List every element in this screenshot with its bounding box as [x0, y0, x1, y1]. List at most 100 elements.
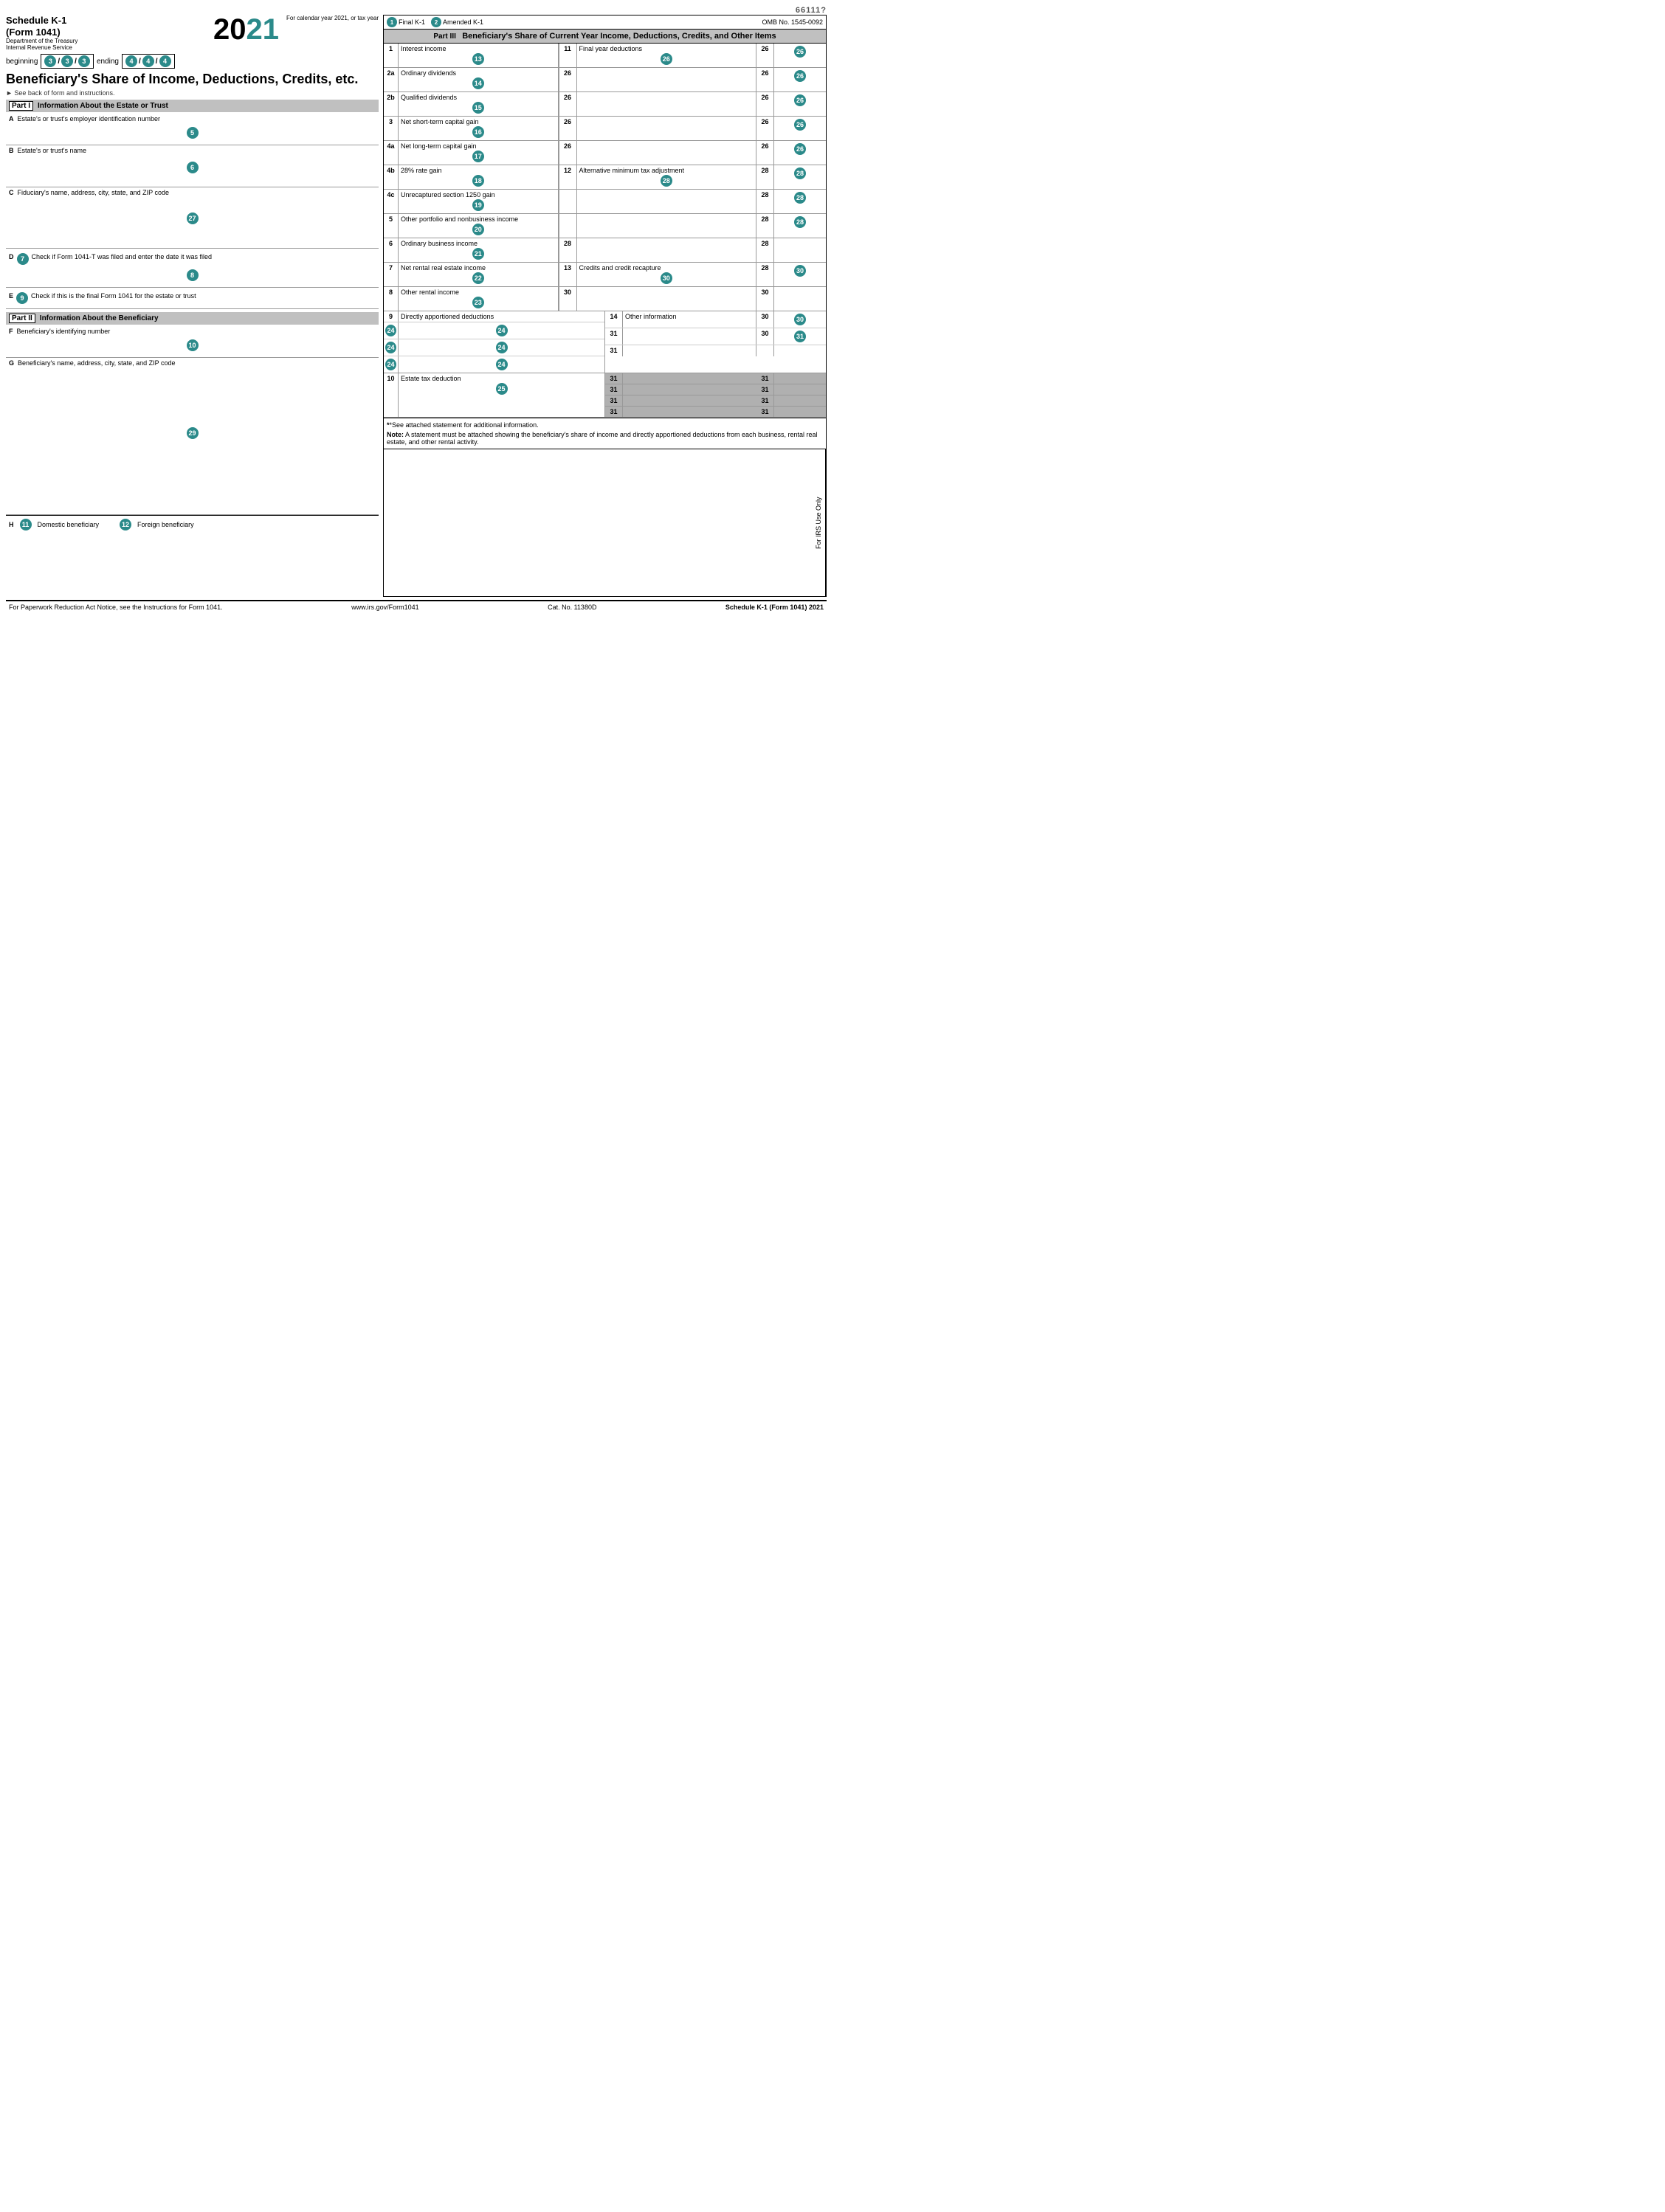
- circle-28b: 28: [794, 167, 806, 179]
- field-c-value[interactable]: 27: [9, 198, 376, 246]
- part3-header: Part III Beneficiary's Share of Current …: [384, 30, 826, 44]
- circle-11: 11: [20, 519, 32, 530]
- row-9-sub1-val[interactable]: 24: [399, 322, 604, 339]
- row-4b-right-label: Alternative minimum tax adjustment28: [577, 165, 757, 189]
- field-e-letter: E: [9, 292, 13, 300]
- circle-13: 13: [472, 53, 484, 65]
- field-d-label: Check if Form 1041-T was filed and enter…: [32, 253, 212, 260]
- footer-note2: A statement must be attached showing the…: [387, 431, 818, 446]
- row-4c-val[interactable]: 28: [774, 190, 826, 213]
- field-a-letter: A: [9, 115, 14, 122]
- row-4b: 4b 28% rate gain18 12 Alternative minimu…: [384, 165, 826, 190]
- amended-k1-option[interactable]: 2 Amended K-1: [431, 17, 483, 27]
- row-6-left: 6 Ordinary business income21: [384, 238, 559, 262]
- calendar-year: For calendar year 2021, or tax year: [286, 15, 379, 21]
- tc-24aa: 24: [496, 325, 508, 336]
- row-4b-val[interactable]: 28: [774, 165, 826, 189]
- row-3-val[interactable]: 26: [774, 117, 826, 140]
- final-k1-option[interactable]: 1 Final K-1: [387, 17, 425, 27]
- asterisk-note: **See attached statement for additional …: [387, 421, 823, 429]
- row-5-val[interactable]: 28: [774, 214, 826, 238]
- row-3-right-label: [577, 117, 757, 140]
- website: www.irs.gov/Form1041: [351, 604, 419, 611]
- year-display: 2021: [213, 15, 279, 44]
- footer-notes: **See attached statement for additional …: [384, 418, 826, 449]
- row-9-col30a: 30: [756, 311, 774, 328]
- field-b-value[interactable]: 6: [9, 156, 376, 185]
- circle-4a: 4: [125, 55, 137, 67]
- row-7-col28a: 28: [756, 263, 774, 286]
- irs-use-sidebar: For IRS Use Only: [812, 449, 826, 596]
- circle-26c: 26: [794, 70, 806, 82]
- circle-17: 17: [472, 151, 484, 162]
- circle-30a: 30: [661, 272, 672, 284]
- row-7-val[interactable]: 30: [774, 263, 826, 286]
- row-3: 3 Net short-term capital gain16 26 26 26: [384, 117, 826, 141]
- row-1-left: 1 Interest income13: [384, 44, 559, 67]
- row-8-val[interactable]: [774, 287, 826, 311]
- row-1-col26: 26: [756, 44, 774, 67]
- circle-1: 1: [387, 17, 397, 27]
- tc-30a: 30: [794, 314, 806, 325]
- row-9-left: 9 Directly apportioned deductions 24 24 …: [384, 311, 605, 373]
- row-9-14-label: Other information: [623, 311, 756, 328]
- row-6-col28b: 28: [756, 238, 774, 262]
- row-3-col26b: 26: [756, 117, 774, 140]
- footer-note1: *See attached statement for additional i…: [390, 421, 539, 429]
- footer-note2-wrap: Note: A statement must be attached showi…: [387, 431, 823, 446]
- part1-label: Part I: [9, 101, 33, 111]
- circle-26b: 26: [794, 46, 806, 58]
- row-2b-num: 2b: [384, 92, 399, 116]
- row-9-num: 9: [384, 311, 399, 322]
- row-2a-val[interactable]: 26: [774, 68, 826, 91]
- field-h-letter: H: [9, 521, 14, 528]
- circle-29: 29: [187, 427, 199, 439]
- row-1-val[interactable]: 26: [774, 44, 826, 67]
- field-a-value[interactable]: 5: [9, 124, 376, 143]
- row-4c: 4c Unrecaptured section 1250 gain19 28 2…: [384, 190, 826, 214]
- row-10-col31e: 31: [605, 395, 623, 406]
- row-9-rval3[interactable]: [774, 345, 826, 356]
- tc-24b: 24: [385, 342, 396, 353]
- form-header: Schedule K-1(Form 1041) Department of th…: [6, 15, 379, 51]
- circle-26a: 26: [661, 53, 672, 65]
- row-4a-val[interactable]: 26: [774, 141, 826, 165]
- field-f-value[interactable]: 10: [9, 336, 376, 356]
- circle-5: 5: [187, 127, 199, 139]
- row-10-num: 10: [384, 373, 399, 417]
- row-10-gray4: [623, 407, 756, 417]
- part3-grid: 1 Interest income13 11 Final year deduct…: [384, 44, 826, 418]
- row-9-right: 14 Other information 30 30 31 30 31: [605, 311, 826, 373]
- row-2a-left: 2a Ordinary dividends14: [384, 68, 559, 91]
- begin-date-box[interactable]: 3 / 3 / 3: [41, 54, 94, 69]
- field-g-letter: G: [9, 359, 14, 367]
- row-9-sub2-val[interactable]: 24: [399, 339, 604, 356]
- right-column: 1 Final K-1 2 Amended K-1 OMB No. 1545-0…: [383, 15, 827, 597]
- row-4c-col28a: 28: [756, 190, 774, 213]
- k1-options: 1 Final K-1 2 Amended K-1: [387, 17, 483, 27]
- field-b: B Estate's or trust's name 6: [6, 145, 379, 187]
- row-2b-val[interactable]: 26: [774, 92, 826, 116]
- row-2a: 2a Ordinary dividends14 26 26 26: [384, 68, 826, 92]
- note-bold: Note:: [387, 431, 404, 438]
- circle-25: 25: [496, 383, 508, 395]
- row-9-rval1[interactable]: 30: [774, 311, 826, 328]
- end-date-box[interactable]: 4 / 4 / 4: [122, 54, 175, 69]
- circle-21: 21: [472, 248, 484, 260]
- row-1-num: 1: [384, 44, 399, 67]
- row-4a-right-label: [577, 141, 757, 165]
- see-back: ► See back of form and instructions.: [6, 89, 379, 97]
- row-9-sub3-val[interactable]: 24: [399, 356, 604, 373]
- row-8: 8 Other rental income23 30 30: [384, 287, 826, 311]
- left-column: Schedule K-1(Form 1041) Department of th…: [6, 15, 379, 597]
- row-10-r4: 31 31: [605, 407, 826, 417]
- row-9-rval2[interactable]: 31: [774, 328, 826, 345]
- circle-8: 8: [187, 269, 199, 281]
- row-6-val[interactable]: [774, 238, 826, 262]
- row-10-right-gray: 31 31 31 31 31: [605, 373, 826, 417]
- row-2b-col26a: 26: [559, 92, 577, 116]
- row-10-col31a: 31: [605, 373, 623, 384]
- field-g-value[interactable]: 29: [9, 368, 376, 513]
- row-10-gray1-val: [774, 373, 826, 384]
- k1-top-row: 1 Final K-1 2 Amended K-1 OMB No. 1545-0…: [384, 15, 826, 30]
